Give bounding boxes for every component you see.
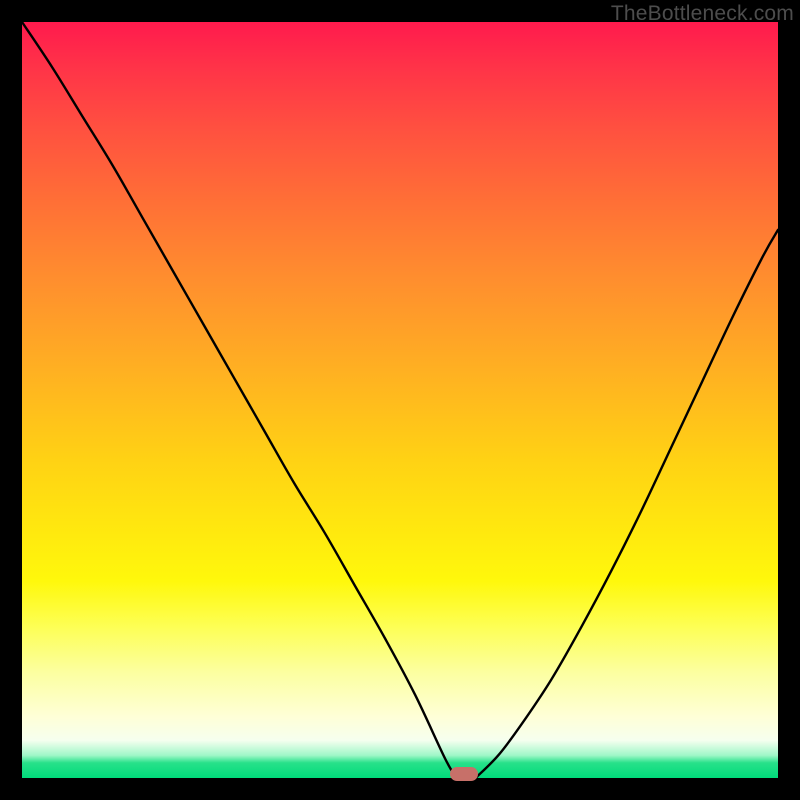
watermark-text: TheBottleneck.com — [611, 2, 794, 26]
right-curve — [476, 230, 778, 778]
chart-frame: TheBottleneck.com — [0, 0, 800, 800]
plot-area — [22, 22, 778, 778]
optimal-point-marker — [450, 767, 478, 781]
left-curve — [22, 22, 457, 778]
curve-layer — [22, 22, 778, 778]
